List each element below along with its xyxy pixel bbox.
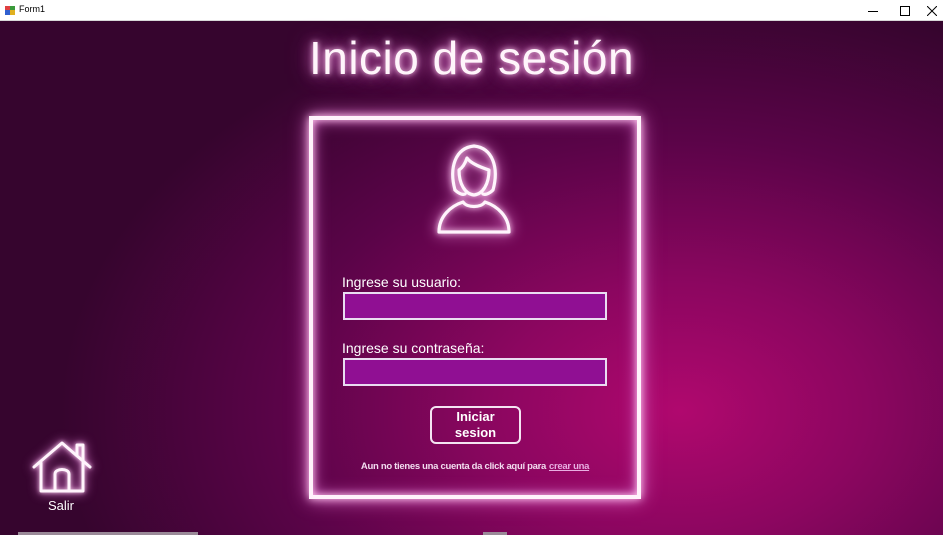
page-title: Inicio de sesión: [308, 32, 635, 84]
login-button-label: Iniciar sesion: [454, 409, 497, 440]
maximize-icon: [900, 5, 910, 16]
exit-button[interactable]: Salir: [30, 440, 94, 513]
maximize-button[interactable]: [889, 0, 921, 21]
minimize-icon: [868, 10, 878, 12]
login-panel: Ingrese su usuario: Ingrese su contraseñ…: [309, 116, 641, 499]
signup-prompt-text: Aun no tienes una cuenta da click aquí p…: [360, 461, 546, 472]
username-label: Ingrese su usuario:: [342, 274, 462, 290]
login-button[interactable]: Iniciar sesion: [430, 406, 521, 444]
minimize-button[interactable]: [857, 0, 889, 21]
close-icon: [926, 5, 937, 16]
app-icon: [5, 6, 15, 15]
password-input[interactable]: [343, 358, 607, 386]
signup-prompt: Aun no tienes una cuenta da click aquí p…: [313, 461, 637, 472]
user-avatar-icon: [437, 144, 511, 234]
form-client-area: Inicio de sesión Ingrese su usuario: Ing…: [0, 21, 943, 535]
close-button[interactable]: [920, 0, 943, 21]
home-icon: [32, 441, 92, 493]
exit-label: Salir: [47, 498, 74, 513]
window-titlebar: Form1: [0, 0, 943, 21]
password-label: Ingrese su contraseña:: [342, 340, 485, 356]
username-input[interactable]: [343, 292, 607, 320]
window-title: Form1: [19, 4, 46, 14]
create-account-link[interactable]: crear una: [549, 461, 589, 472]
